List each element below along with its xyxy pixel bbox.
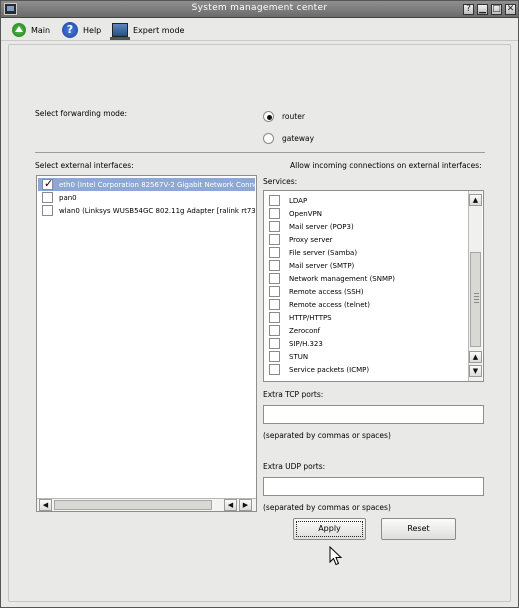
interface-row-wlan0[interactable]: wlan0 (Linksys WUSB54GC 802.11g Adapter … [38, 204, 255, 217]
home-arrow-icon [12, 23, 26, 37]
interface-row-pan0[interactable]: pan0 [38, 191, 255, 204]
service-row-samba[interactable]: File server (Samba) [266, 246, 357, 259]
interface-label-eth0: eth0 (Intel Corporation 82567V-2 Gigabit… [59, 180, 255, 189]
scroll-left-icon[interactable]: ◀ [39, 499, 52, 511]
services-vscrollbar[interactable]: ▲ ▲ ▼ [468, 191, 482, 381]
scroll-left-icon-2[interactable]: ◀ [224, 499, 237, 511]
reset-button[interactable]: Reset [381, 518, 456, 540]
scroll-up-icon[interactable]: ▲ [469, 194, 482, 206]
expert-mode-button[interactable]: Expert mode [110, 21, 185, 40]
service-checkbox[interactable] [269, 325, 280, 336]
service-label: Service packets (ICMP) [289, 365, 370, 374]
main-label: Main [31, 25, 51, 35]
service-label: Network management (SNMP) [289, 274, 395, 283]
help-label: Help [83, 25, 102, 35]
tcp-ports-label: Extra TCP ports: [263, 390, 324, 399]
interfaces-hscrollbar[interactable]: ◀ ◀ ▶ [37, 498, 256, 511]
router-radio[interactable] [263, 111, 274, 122]
service-checkbox[interactable] [269, 234, 280, 245]
apply-button[interactable]: Apply [293, 518, 366, 540]
incoming-connections-label: Allow incoming connections on external i… [290, 161, 482, 170]
interface-checkbox-pan0[interactable] [42, 192, 53, 203]
service-label: Remote access (SSH) [289, 287, 364, 296]
service-checkbox[interactable] [269, 273, 280, 284]
service-checkbox[interactable] [269, 312, 280, 323]
service-label: SIP/H.323 [289, 339, 323, 348]
gateway-radio[interactable] [263, 133, 274, 144]
help-button[interactable]: ? Help [62, 21, 101, 39]
service-checkbox[interactable] [269, 247, 280, 258]
service-checkbox[interactable] [269, 195, 280, 206]
scroll-up-icon-2[interactable]: ▲ [469, 351, 482, 363]
service-label: Proxy server [289, 235, 333, 244]
maximize-button[interactable]: □ [491, 4, 502, 15]
service-row-sip[interactable]: SIP/H.323 [266, 337, 323, 350]
service-row-pop3[interactable]: Mail server (POP3) [266, 220, 354, 233]
service-row-ldap[interactable]: LDAP [266, 194, 307, 207]
monitor-icon [110, 23, 130, 40]
gateway-label[interactable]: gateway [282, 134, 314, 143]
interface-checkbox-eth0[interactable] [42, 178, 53, 190]
services-vscroll-thumb[interactable] [470, 252, 481, 347]
interface-row-eth0[interactable]: eth0 (Intel Corporation 82567V-2 Gigabit… [38, 178, 255, 191]
service-label: Zeroconf [289, 326, 321, 335]
interfaces-list[interactable]: eth0 (Intel Corporation 82567V-2 Gigabit… [36, 175, 257, 512]
service-row-http[interactable]: HTTP/HTTPS [266, 311, 332, 324]
interfaces-hscroll-thumb[interactable] [54, 500, 212, 510]
service-row-icmp[interactable]: Service packets (ICMP) [266, 363, 369, 376]
service-label: OpenVPN [289, 209, 322, 218]
mouse-cursor-icon [329, 546, 343, 566]
tcp-ports-hint: (separated by commas or spaces) [263, 431, 391, 440]
services-label: Services: [263, 177, 298, 186]
interface-label-pan0: pan0 [59, 193, 77, 202]
service-label: Remote access (telnet) [289, 300, 370, 309]
service-row-snmp[interactable]: Network management (SNMP) [266, 272, 395, 285]
service-row-smtp[interactable]: Mail server (SMTP) [266, 259, 354, 272]
service-checkbox[interactable] [269, 338, 280, 349]
udp-ports-hint: (separated by commas or spaces) [263, 503, 391, 512]
scroll-down-icon[interactable]: ▼ [469, 365, 482, 377]
service-label: Mail server (POP3) [289, 222, 354, 231]
close-button[interactable]: ✕ [505, 4, 516, 15]
udp-ports-input[interactable] [263, 477, 484, 496]
grip-icon [474, 293, 479, 305]
service-checkbox[interactable] [269, 260, 280, 271]
title-bar[interactable]: System management center ? ▁ □ ✕ [1, 1, 518, 18]
service-checkbox[interactable] [269, 286, 280, 297]
main-button[interactable]: Main [12, 21, 50, 39]
service-label: STUN [289, 352, 309, 361]
interface-label-wlan0: wlan0 (Linksys WUSB54GC 802.11g Adapter … [59, 206, 255, 215]
service-row-zeroconf[interactable]: Zeroconf [266, 324, 320, 337]
service-row-stun[interactable]: STUN [266, 350, 308, 363]
service-label: Mail server (SMTP) [289, 261, 355, 270]
scroll-right-icon[interactable]: ▶ [239, 499, 252, 511]
minimize-button[interactable]: ▁ [477, 4, 488, 15]
service-label: HTTP/HTTPS [289, 313, 332, 322]
service-checkbox[interactable] [269, 351, 280, 362]
expert-mode-label: Expert mode [133, 25, 185, 35]
service-checkbox[interactable] [269, 208, 280, 219]
service-checkbox[interactable] [269, 299, 280, 310]
main-window: System management center ? ▁ □ ✕ Main ? … [0, 0, 519, 608]
service-row-openvpn[interactable]: OpenVPN [266, 207, 322, 220]
router-label[interactable]: router [282, 112, 305, 121]
service-checkbox[interactable] [269, 221, 280, 232]
service-label: File server (Samba) [289, 248, 358, 257]
forwarding-mode-label: Select forwarding mode: [35, 109, 128, 118]
service-row-ssh[interactable]: Remote access (SSH) [266, 285, 364, 298]
window-title: System management center [191, 3, 328, 13]
separator [35, 152, 485, 153]
interface-checkbox-wlan0[interactable] [42, 205, 53, 216]
service-row-proxy[interactable]: Proxy server [266, 233, 333, 246]
services-list[interactable]: LDAP OpenVPN Mail server (POP3) Proxy se… [263, 190, 484, 382]
toolbar: Main ? Help Expert mode [1, 19, 518, 41]
service-checkbox[interactable] [269, 364, 280, 375]
help-icon: ? [62, 22, 78, 38]
udp-ports-label: Extra UDP ports: [263, 462, 326, 471]
service-label: LDAP [289, 196, 308, 205]
external-interfaces-label: Select external interfaces: [35, 161, 134, 170]
tcp-ports-input[interactable] [263, 405, 484, 424]
service-row-telnet[interactable]: Remote access (telnet) [266, 298, 370, 311]
help-titlebar-button[interactable]: ? [463, 4, 474, 15]
